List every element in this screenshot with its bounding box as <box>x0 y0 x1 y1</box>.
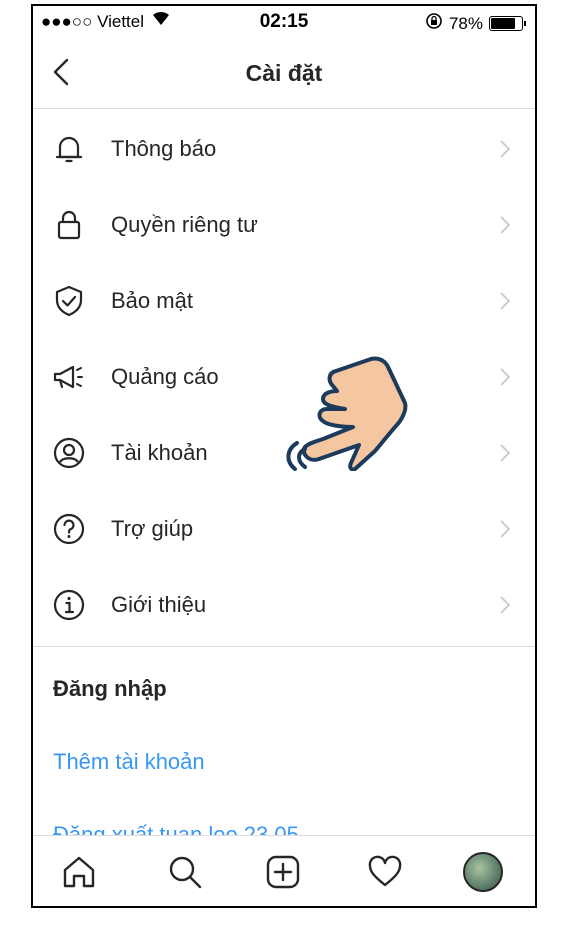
settings-item-privacy[interactable]: Quyền riêng tư <box>33 187 535 263</box>
settings-item-label: Bảo mật <box>111 288 193 313</box>
pointing-hand-icon <box>283 351 413 472</box>
settings-item-label: Quảng cáo <box>111 364 219 389</box>
chevron-right-icon <box>499 595 511 615</box>
settings-item-label: Thông báo <box>111 136 217 161</box>
bell-icon <box>51 131 87 167</box>
profile-avatar[interactable] <box>463 852 503 892</box>
settings-item-label: Giới thiệu <box>111 592 207 617</box>
status-right: 78% <box>425 12 526 35</box>
chevron-right-icon <box>499 519 511 539</box>
bottom-tab-bar <box>33 835 535 906</box>
phone-screen: ●●●○○ Viettel 02:15 78% Cài đặt Thông bá… <box>31 4 537 908</box>
add-post-icon[interactable] <box>261 850 305 894</box>
nav-header: Cài đặt <box>33 38 535 109</box>
chevron-right-icon <box>499 443 511 463</box>
account-icon <box>51 435 87 471</box>
status-bar: ●●●○○ Viettel 02:15 78% <box>33 6 535 38</box>
login-section-title: Đăng nhập <box>53 676 167 701</box>
heart-icon[interactable] <box>363 850 407 894</box>
section-divider <box>33 646 535 647</box>
lock-icon <box>51 207 87 243</box>
shield-check-icon <box>51 283 87 319</box>
megaphone-icon <box>51 359 87 395</box>
home-icon[interactable] <box>57 850 101 894</box>
info-icon <box>51 587 87 623</box>
add-account-link[interactable]: Thêm tài khoản <box>53 749 205 775</box>
settings-item-label: Trợ giúp <box>111 516 194 541</box>
settings-item-label: Quyền riêng tư <box>111 212 258 237</box>
settings-item-security[interactable]: Bảo mật <box>33 263 535 339</box>
chevron-right-icon <box>499 215 511 235</box>
chevron-right-icon <box>499 367 511 387</box>
battery-icon <box>489 16 526 31</box>
settings-item-help[interactable]: Trợ giúp <box>33 491 535 567</box>
chevron-right-icon <box>499 291 511 311</box>
battery-percent: 78% <box>448 13 483 33</box>
rotation-lock-icon <box>425 12 443 35</box>
help-icon <box>51 511 87 547</box>
settings-item-label: Tài khoản <box>111 440 208 465</box>
page-title: Cài đặt <box>245 60 323 86</box>
search-icon[interactable] <box>163 850 207 894</box>
settings-item-about[interactable]: Giới thiệu <box>33 567 535 643</box>
chevron-right-icon <box>499 139 511 159</box>
settings-item-notifications[interactable]: Thông báo <box>33 111 535 187</box>
